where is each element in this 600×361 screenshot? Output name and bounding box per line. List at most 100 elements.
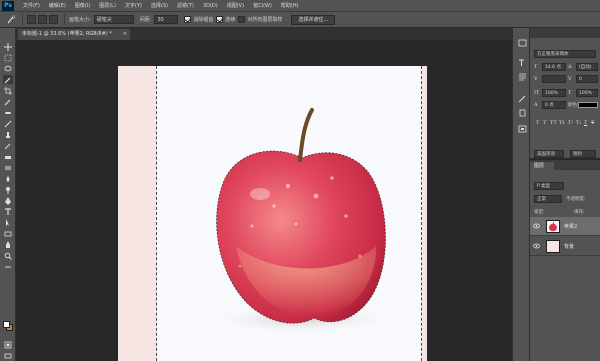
tracking-input[interactable]: 0 bbox=[576, 75, 598, 83]
style-subscript-button[interactable]: T₁ bbox=[576, 120, 581, 126]
layers-tab[interactable]: 图层 bbox=[530, 162, 554, 170]
layers-panel: 图层 P 类型 正常 不透明度: 锁定: 填充: 苹果2 背景 bbox=[530, 160, 600, 361]
menu-image[interactable]: 图像(I) bbox=[75, 2, 90, 9]
vertical-scale-input[interactable]: 100% bbox=[542, 89, 566, 97]
menu-filter[interactable]: 滤镜(T) bbox=[177, 2, 194, 9]
clone-source-icon[interactable] bbox=[517, 108, 527, 117]
menu-window[interactable]: 窗口(W) bbox=[253, 2, 272, 9]
spacing-input[interactable]: 30 bbox=[154, 15, 179, 24]
layer-thumbnail-background bbox=[546, 240, 560, 253]
paragraph-panel-icon[interactable] bbox=[517, 72, 527, 81]
lasso-tool-icon[interactable] bbox=[3, 64, 13, 73]
layer-filter-select[interactable]: P 类型 bbox=[534, 182, 564, 190]
type-tool-icon[interactable] bbox=[3, 207, 13, 216]
crop-tool-icon[interactable] bbox=[3, 86, 13, 95]
brush-size-label: 画笔大小: bbox=[69, 17, 91, 23]
document-tab[interactable]: 未标题-1 @ 33.6% (苹果2, RGB/8#) * × bbox=[18, 29, 130, 40]
kerning-input[interactable] bbox=[542, 75, 566, 83]
anti-alias-select[interactable]: 锐利 bbox=[570, 150, 596, 158]
layer-name: 苹果2 bbox=[564, 224, 578, 230]
style-small-caps-button[interactable]: Tt bbox=[559, 120, 564, 126]
photoshop-window: Ps 文件(F) 编辑(E) 图像(I) 图层(L) 文字(Y) 选择(S) 滤… bbox=[0, 0, 600, 361]
font-family-select[interactable]: 方正粗黑宋简体 bbox=[534, 50, 596, 58]
quick-selection-tool-icon[interactable] bbox=[4, 14, 18, 26]
vertical-scale-icon: IT bbox=[534, 90, 540, 96]
font-size-input[interactable]: 14.6 点 bbox=[542, 63, 566, 71]
menu-view[interactable]: 视图(V) bbox=[227, 2, 244, 9]
menu-help[interactable]: 帮助(H) bbox=[281, 2, 299, 9]
layer-name: 背景 bbox=[564, 244, 575, 250]
visibility-eye-icon[interactable] bbox=[533, 243, 540, 249]
more-tools-icon[interactable] bbox=[3, 262, 13, 271]
baseline-input[interactable]: 0 点 bbox=[542, 101, 566, 109]
style-underline-button[interactable]: T bbox=[584, 120, 587, 126]
screen-mode-icon[interactable] bbox=[3, 351, 13, 360]
blend-mode-select[interactable]: 正常 bbox=[534, 195, 562, 203]
style-faux-bold-button[interactable]: T bbox=[536, 120, 539, 126]
color-label: 颜色: bbox=[568, 103, 579, 108]
quick-mask-icon[interactable] bbox=[3, 340, 13, 349]
select-and-mask-button[interactable]: 选择并遮住... bbox=[291, 14, 336, 25]
text-color-swatch[interactable] bbox=[578, 102, 598, 108]
eraser-tool-icon[interactable] bbox=[3, 152, 13, 161]
gradient-tool-icon[interactable] bbox=[3, 163, 13, 172]
pen-tool-icon[interactable] bbox=[3, 196, 13, 205]
opacity-label: 不透明度: bbox=[566, 197, 586, 202]
canvas-area[interactable] bbox=[16, 40, 512, 361]
style-faux-italic-button[interactable]: T bbox=[543, 120, 546, 126]
horizontal-scale-input[interactable]: 100% bbox=[576, 89, 598, 97]
lock-label: 锁定: bbox=[534, 210, 545, 215]
healing-brush-tool-icon[interactable] bbox=[3, 108, 13, 117]
path-selection-tool-icon[interactable] bbox=[3, 218, 13, 227]
stamp-tool-icon[interactable] bbox=[3, 130, 13, 139]
style-superscript-button[interactable]: T¹ bbox=[568, 120, 573, 126]
document-tab-title: 未标题-1 @ 33.6% (苹果2, RGB/8#) * bbox=[22, 31, 112, 37]
brush-panel-icon[interactable] bbox=[517, 94, 527, 103]
new-selection-button[interactable] bbox=[27, 15, 36, 24]
anti-alias-checkbox[interactable] bbox=[184, 16, 192, 23]
history-brush-tool-icon[interactable] bbox=[3, 141, 13, 150]
properties-icon[interactable] bbox=[517, 124, 527, 133]
menu-file[interactable]: 文件(F) bbox=[23, 2, 40, 9]
separator bbox=[64, 14, 65, 25]
style-all-caps-button[interactable]: TT bbox=[550, 120, 557, 126]
eyedropper-tool-icon[interactable] bbox=[3, 97, 13, 106]
kerning-icon: V bbox=[534, 76, 538, 82]
language-select[interactable]: 美国英语 bbox=[534, 150, 564, 158]
history-icon[interactable] bbox=[517, 38, 527, 47]
close-tab-icon[interactable]: × bbox=[123, 29, 127, 40]
menu-3d[interactable]: 3D(D) bbox=[203, 3, 218, 9]
horizontal-scale-icon: T bbox=[568, 90, 572, 96]
dodge-tool-icon[interactable] bbox=[3, 185, 13, 194]
menu-edit[interactable]: 编辑(E) bbox=[49, 2, 66, 9]
sample-all-layers-checkbox[interactable] bbox=[238, 16, 246, 23]
leading-input[interactable]: (自动) bbox=[576, 63, 598, 71]
baseline-icon: A bbox=[534, 102, 538, 108]
move-tool-icon[interactable] bbox=[3, 42, 13, 51]
leading-icon: A bbox=[568, 64, 572, 70]
contiguous-checkbox[interactable] bbox=[216, 16, 224, 23]
menu-type[interactable]: 文字(Y) bbox=[125, 2, 142, 9]
add-selection-button[interactable] bbox=[38, 15, 47, 24]
quick-selection-tool-icon[interactable] bbox=[3, 75, 13, 84]
fill-label: 填充: bbox=[574, 210, 585, 215]
marquee-tool-icon[interactable] bbox=[3, 53, 13, 62]
visibility-eye-icon[interactable] bbox=[533, 223, 540, 229]
character-panel-icon[interactable] bbox=[517, 58, 527, 67]
brush-size-select[interactable]: 硬笔尖 bbox=[93, 15, 134, 24]
menu-layer[interactable]: 图层(L) bbox=[99, 2, 116, 9]
spacing-label: 间距: bbox=[139, 17, 152, 23]
subtract-selection-button[interactable] bbox=[49, 15, 58, 24]
style-strikethrough-button[interactable]: T bbox=[591, 120, 594, 126]
blur-tool-icon[interactable] bbox=[3, 174, 13, 183]
layer-row-background[interactable]: 背景 bbox=[530, 237, 600, 256]
menu-select[interactable]: 选择(S) bbox=[151, 2, 168, 9]
tools-panel bbox=[0, 28, 16, 361]
hand-tool-icon[interactable] bbox=[3, 240, 13, 249]
options-bar: 画笔大小: 硬笔尖 间距: 30 消除锯齿 连续 对所有图层取样 选择并遮住..… bbox=[0, 11, 600, 28]
zoom-tool-icon[interactable] bbox=[3, 251, 13, 260]
rectangle-tool-icon[interactable] bbox=[3, 229, 13, 238]
layer-row-apple[interactable]: 苹果2 bbox=[530, 217, 600, 236]
brush-tool-icon[interactable] bbox=[3, 119, 13, 128]
foreground-color-swatch[interactable] bbox=[3, 321, 10, 328]
